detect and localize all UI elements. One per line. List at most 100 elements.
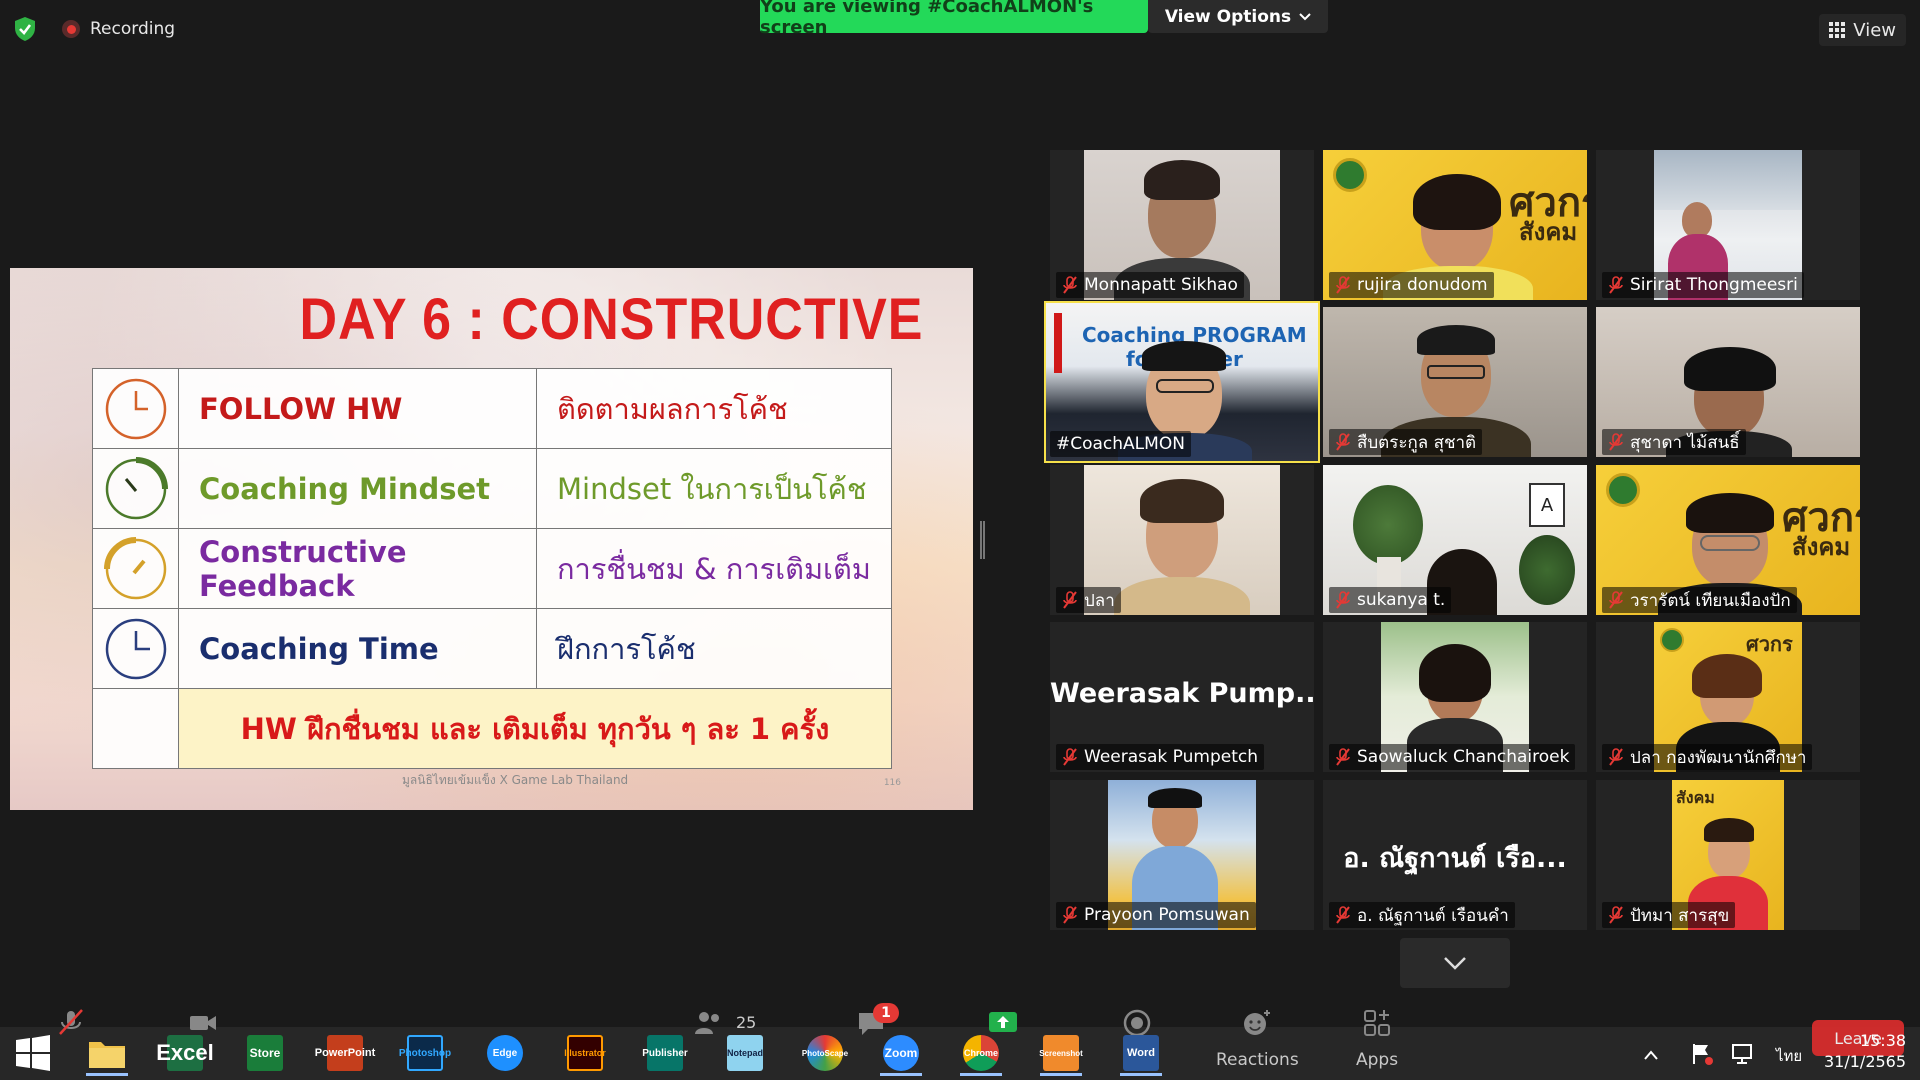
powerpoint-icon[interactable]: PowerPoint	[315, 1030, 375, 1076]
participant-name-label: Weerasak Pumpetch	[1056, 744, 1264, 770]
apps-label: Apps	[1356, 1050, 1399, 1070]
mic-muted-icon	[1063, 906, 1077, 924]
clock-icon	[105, 378, 166, 439]
row-en-label: FOLLOW HW	[178, 368, 537, 449]
wall-frame: A	[1529, 483, 1565, 527]
row-en-label: Constructive Feedback	[178, 528, 537, 609]
participant-tile[interactable]: สังคม ปัทมา สารสุข	[1596, 780, 1860, 930]
panel-splitter-handle[interactable]	[980, 521, 985, 559]
mic-muted-icon	[1609, 276, 1623, 294]
participant-tile[interactable]: ศวกร สังคม วรารัตน์ เทียนเมืองปัก	[1596, 465, 1860, 615]
participant-tile[interactable]: ปลา	[1050, 465, 1314, 615]
university-logo	[1333, 158, 1367, 192]
participant-name-label: สุชาดา ไม้สนธิ์	[1602, 429, 1746, 455]
participant-display-name: Weerasak Pump...	[1050, 678, 1314, 709]
participant-name-label: Sirirat Thongmeesri	[1602, 272, 1804, 298]
row-th-label: ฝึกการโค้ช	[536, 608, 892, 689]
slide-title: DAY 6 : CONSTRUCTIVE	[299, 287, 924, 353]
mic-muted-icon	[1063, 276, 1077, 294]
clock-date: 31/1/2565	[1824, 1052, 1907, 1071]
shared-screen-slide[interactable]: DAY 6 : CONSTRUCTIVE FOLLOW HW ติดตามผลก…	[10, 268, 973, 810]
yellow-banner-sub: สังคม	[1519, 218, 1578, 246]
viewing-screen-banner: You are viewing #CoachALMON's screen	[760, 0, 1148, 38]
participant-tile[interactable]: สืบตระกูล สุชาติ	[1323, 307, 1587, 457]
encryption-shield-icon[interactable]	[14, 16, 36, 42]
mic-muted-icon	[1609, 591, 1623, 609]
mic-muted-icon	[1336, 906, 1350, 924]
slide-table: FOLLOW HW ติดตามผลการโค้ช Coaching Minds…	[92, 368, 892, 769]
slide-row-coaching-mindset: Coaching Mindset Mindset ในการเป็นโค้ช	[92, 448, 892, 529]
participant-name-label: Saowaluck Chanchairoek	[1329, 744, 1576, 770]
recording-indicator[interactable]: Recording	[62, 19, 175, 39]
recording-label: Recording	[90, 19, 176, 39]
action-center-flag-icon[interactable]	[1690, 1042, 1714, 1066]
input-language-indicator[interactable]: ไทย	[1776, 1044, 1802, 1068]
reactions-icon[interactable]	[1242, 1008, 1272, 1038]
edge-browser-icon[interactable]: Edge	[480, 1030, 530, 1076]
participant-tile[interactable]: ศวกร สังคม rujira donudom	[1323, 150, 1587, 300]
mic-muted-icon	[1336, 748, 1350, 766]
participant-name-label: ปลา กองพัฒนานักศึกษา	[1602, 744, 1813, 770]
zoom-meeting-window: Recording You are viewing #CoachALMON's …	[0, 0, 1920, 1080]
row-th-label: การชื่นชม & การเติมเต็ม	[536, 528, 892, 609]
participant-display-name: อ. ณัฐกานต์ เรือ...	[1343, 843, 1567, 874]
slide-row-constructive-feedback: Constructive Feedback การชื่นชม & การเติ…	[92, 528, 892, 609]
illustrator-icon[interactable]: Illustrator	[560, 1030, 610, 1076]
homework-line: HW ฝึกชื่นชม และ เติมเต็ม ทุกวัน ๆ ละ 1 …	[178, 688, 892, 769]
chrome-icon[interactable]: Chrome	[956, 1030, 1006, 1076]
store-icon[interactable]: Store	[240, 1030, 290, 1076]
excel-icon[interactable]: Excel	[156, 1030, 214, 1076]
row-th-label: Mindset ในการเป็นโค้ช	[536, 448, 892, 529]
yellow-banner-sub: สังคม	[1792, 533, 1851, 561]
view-label: View	[1853, 19, 1896, 41]
tray-overflow-chevron-icon[interactable]	[1644, 1050, 1658, 1060]
view-options-button[interactable]: View Options	[1148, 0, 1328, 33]
participant-tile[interactable]: Sirirat Thongmeesri	[1596, 150, 1860, 300]
participant-tile[interactable]: Saowaluck Chanchairoek	[1323, 622, 1587, 772]
notepad-icon[interactable]: Notepad	[720, 1030, 770, 1076]
mic-muted-icon	[1609, 433, 1623, 451]
mic-muted-icon	[1336, 591, 1350, 609]
view-options-label: View Options	[1164, 6, 1292, 27]
network-icon[interactable]	[1730, 1042, 1754, 1066]
chat-unread-badge: 1	[873, 1003, 899, 1023]
file-explorer-icon[interactable]	[82, 1030, 132, 1076]
mic-muted-icon	[1063, 591, 1077, 609]
photoscape-icon[interactable]: PhotoScape	[800, 1030, 850, 1076]
participant-tile-no-video[interactable]: อ. ณัฐกานต์ เรือ... อ. ณัฐกานต์ เรือนคำ	[1323, 780, 1587, 930]
mic-muted-icon	[1336, 433, 1350, 451]
participant-tile-active-speaker[interactable]: Coaching PROGRAM for Leader #CoachALMON	[1044, 301, 1320, 463]
university-logo	[1606, 473, 1640, 507]
view-button[interactable]: View	[1819, 14, 1906, 46]
mic-muted-icon	[1336, 276, 1350, 294]
mic-muted-icon	[1063, 748, 1077, 766]
participant-tile[interactable]: Monnapatt Sikhao	[1050, 150, 1314, 300]
participant-tile[interactable]: A sukanya t.	[1323, 465, 1587, 615]
participant-tile-no-video[interactable]: Weerasak Pump... Weerasak Pumpetch	[1050, 622, 1314, 772]
mic-muted-icon	[1609, 906, 1623, 924]
plant	[1353, 485, 1423, 565]
apps-icon[interactable]	[1362, 1008, 1392, 1038]
photoshop-icon[interactable]: Photoshop	[399, 1030, 451, 1076]
screenshot-tool-icon[interactable]: Screenshot	[1036, 1030, 1086, 1076]
more-participants-button[interactable]	[1400, 938, 1510, 988]
clock-icon	[105, 618, 166, 679]
zoom-app-icon[interactable]: Zoom	[876, 1030, 926, 1076]
participant-name-label: Monnapatt Sikhao	[1056, 272, 1244, 298]
row-th-label: ติดตามผลการโค้ช	[536, 368, 892, 449]
windows-start-button[interactable]	[8, 1030, 58, 1076]
participant-name-label: ปลา	[1056, 587, 1121, 613]
participant-tile[interactable]: ศวกร ปลา กองพัฒนานักศึกษา	[1596, 622, 1860, 772]
slide-page-number: 116	[883, 778, 901, 788]
participant-tile[interactable]: Prayoon Pomsuwan	[1050, 780, 1314, 930]
publisher-icon[interactable]: Publisher	[640, 1030, 690, 1076]
participant-name-label: sukanya t.	[1329, 587, 1452, 613]
participant-tile[interactable]: สุชาดา ไม้สนธิ์	[1596, 307, 1860, 457]
participant-name-label: ปัทมา สารสุข	[1602, 902, 1736, 928]
word-icon[interactable]: Word	[1116, 1030, 1166, 1076]
slide-row-coaching-time: Coaching Time ฝึกการโค้ช	[92, 608, 892, 689]
grid-view-icon	[1829, 22, 1846, 38]
reactions-label: Reactions	[1216, 1050, 1299, 1070]
slide-footer: มูลนิธิไทยเข้มแข็ง X Game Lab Thailand	[402, 773, 629, 787]
system-clock[interactable]: 15:38 31/1/2565	[1824, 1030, 1906, 1072]
